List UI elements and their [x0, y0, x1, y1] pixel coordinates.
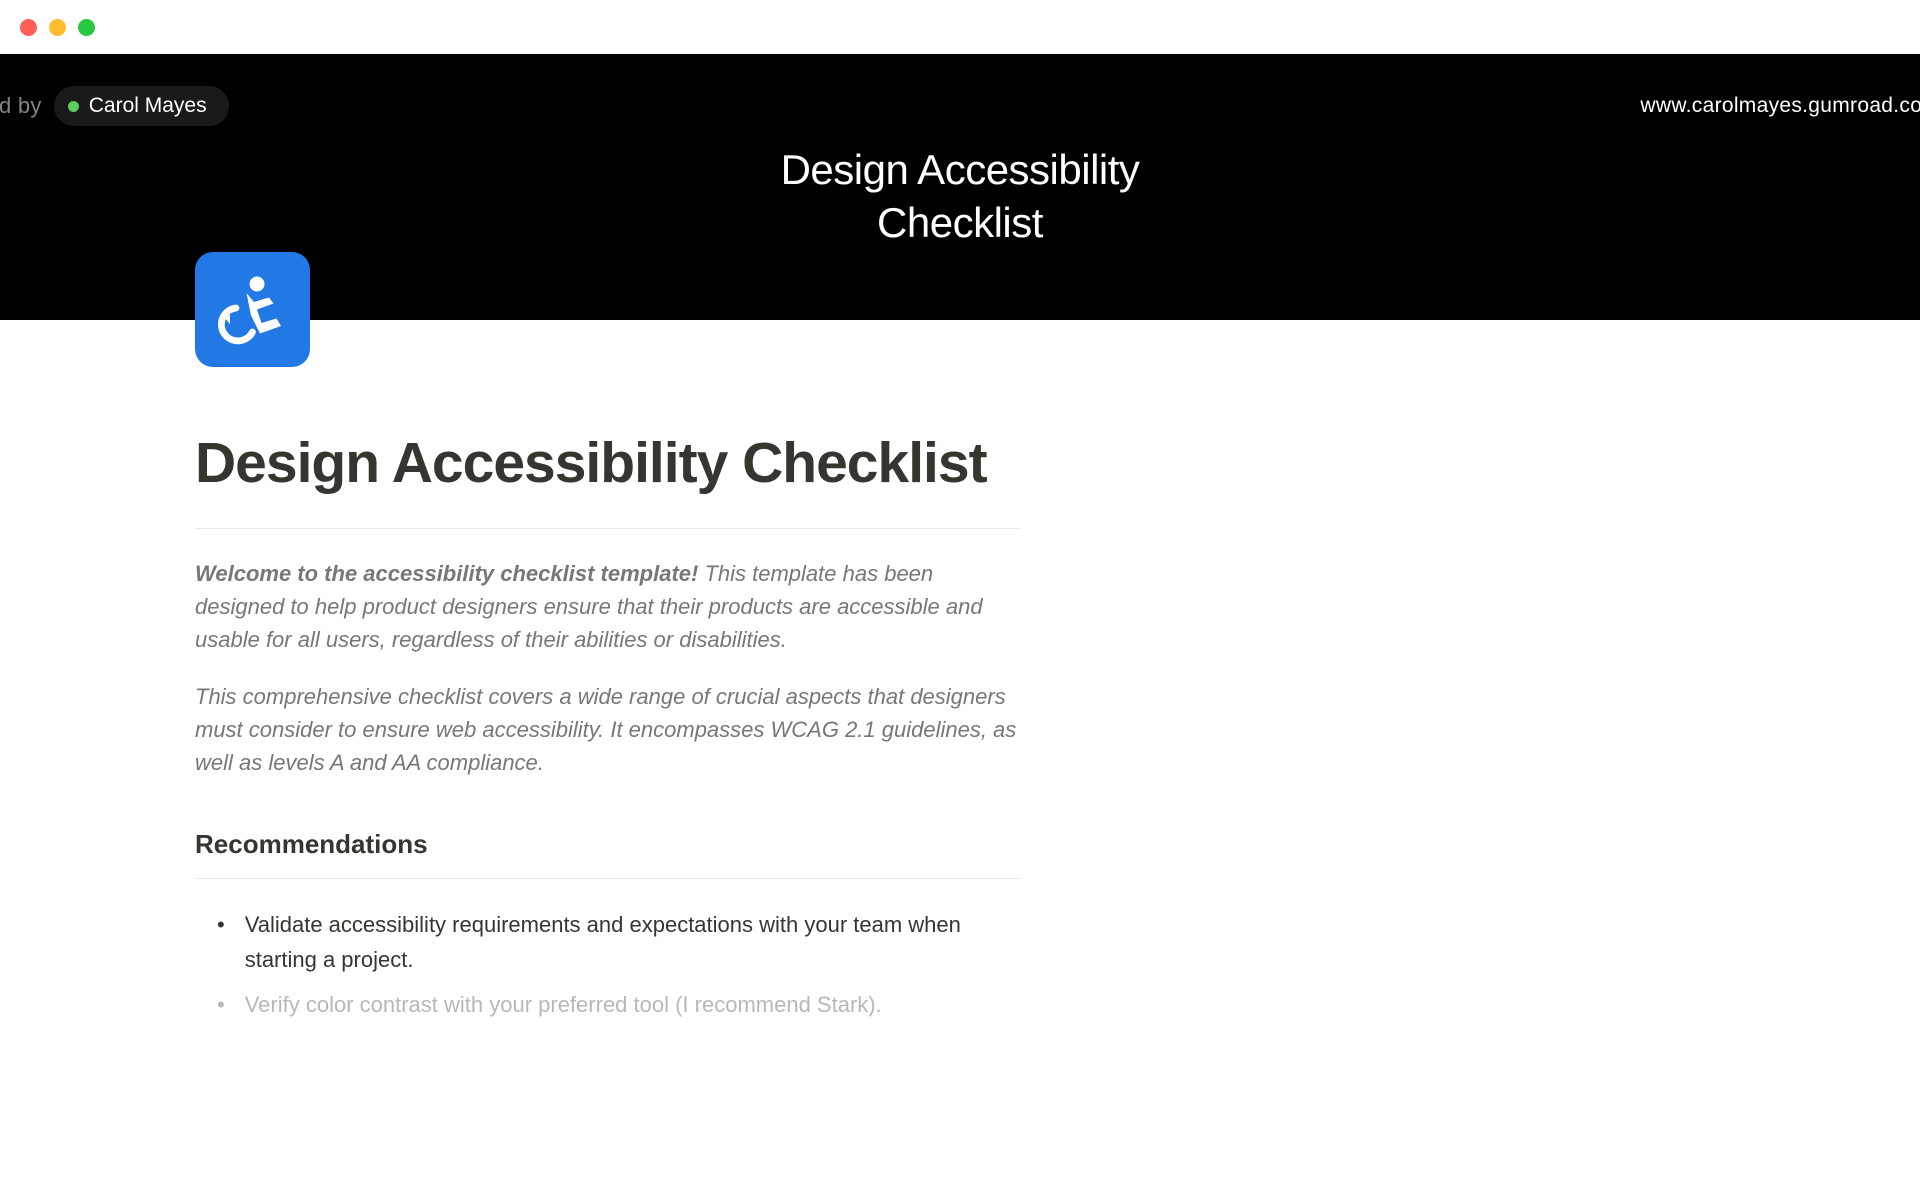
intro-paragraph-2: This comprehensive checklist covers a wi…: [195, 680, 1020, 779]
bullet-icon: •: [217, 987, 225, 1022]
close-window-button[interactable]: [20, 19, 37, 36]
divider: [195, 878, 1020, 879]
divider: [195, 528, 1020, 529]
bullet-icon: •: [217, 907, 225, 942]
online-status-dot: [68, 101, 79, 112]
author-pill[interactable]: Carol Mayes: [54, 86, 229, 126]
recommendation-text: Verify color contrast with your preferre…: [245, 987, 882, 1022]
list-item: • Verify color contrast with your prefer…: [205, 987, 1020, 1022]
recommendation-text: Validate accessibility requirements and …: [245, 907, 1020, 977]
page-title: Design Accessibility Checklist: [195, 430, 1020, 496]
recommendations-heading: Recommendations: [195, 829, 1020, 860]
website-link[interactable]: www.carolmayes.gumroad.com: [1640, 94, 1920, 118]
accessibility-icon: [215, 272, 290, 347]
created-by-row: ted by Carol Mayes: [0, 86, 229, 126]
author-name: Carol Mayes: [89, 94, 207, 118]
intro-bold: Welcome to the accessibility checklist t…: [195, 561, 698, 586]
maximize-window-button[interactable]: [78, 19, 95, 36]
content-area: Design Accessibility Checklist Welcome t…: [0, 320, 1215, 1023]
page-icon[interactable]: [195, 252, 310, 367]
minimize-window-button[interactable]: [49, 19, 66, 36]
list-item: • Validate accessibility requirements an…: [205, 907, 1020, 977]
created-by-label: ted by: [0, 93, 42, 119]
hero-title: Design Accessibility Checklist: [781, 144, 1140, 249]
window-chrome: [0, 0, 1920, 54]
intro-paragraph-1: Welcome to the accessibility checklist t…: [195, 557, 1020, 656]
recommendations-list: • Validate accessibility requirements an…: [195, 907, 1020, 1023]
